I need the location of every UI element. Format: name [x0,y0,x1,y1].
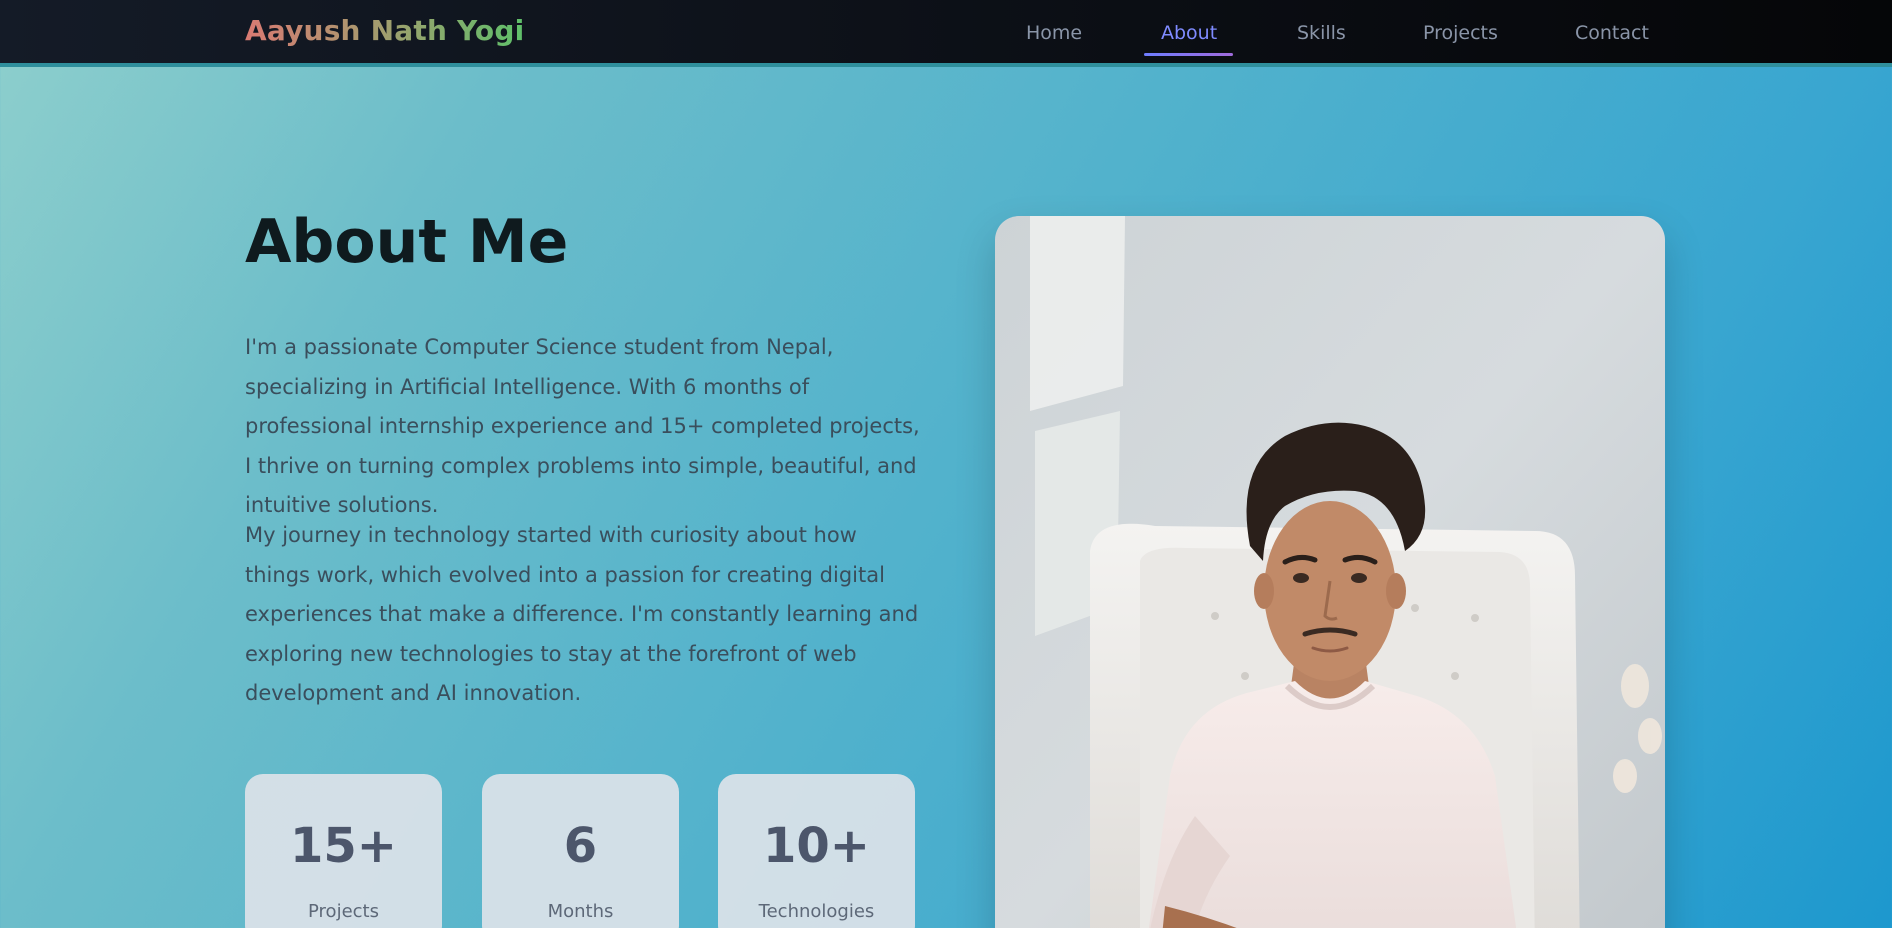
nav-link-contact[interactable]: Contact [1575,22,1649,44]
stat-label: Months [547,901,614,922]
about-paragraph: I'm a passionate Computer Science studen… [245,335,920,517]
stat-card-technologies: 10+ Technologies [718,774,915,928]
stat-label: Technologies [758,901,875,922]
stat-value: 10+ [762,818,870,874]
nav-link-projects[interactable]: Projects [1423,22,1498,44]
nav-link-home[interactable]: Home [1026,22,1082,44]
active-nav-indicator [1144,53,1233,56]
brand-logo[interactable]: Aayush Nath Yogi [245,14,524,47]
stat-value: 6 [563,818,598,874]
stat-card-months: 6 Months [482,774,679,928]
about-paragraph: My journey in technology started with cu… [245,523,919,705]
nav-link-about[interactable]: About [1161,22,1217,44]
stat-label: Projects [308,901,379,922]
section-title: About Me [245,207,569,277]
stat-card-projects: 15+ Projects [245,774,442,928]
navbar: Aayush Nath Yogi Home About Skills Proje… [0,0,1892,67]
stat-value: 15+ [289,818,397,874]
nav-link-skills[interactable]: Skills [1297,22,1346,44]
profile-photo [995,216,1665,928]
